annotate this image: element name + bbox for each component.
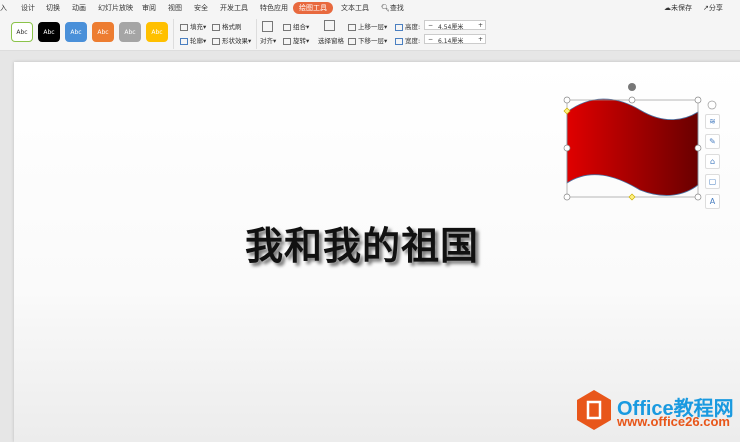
- border-icon[interactable]: ▢: [705, 174, 720, 189]
- pen-icon[interactable]: ✎: [705, 134, 720, 149]
- watermark-url: www.office26.com: [617, 414, 730, 429]
- fill-color-icon[interactable]: ⌂: [705, 154, 720, 169]
- text-wrap-icon[interactable]: A: [705, 194, 720, 209]
- layers-icon[interactable]: ≋: [705, 114, 720, 129]
- flag-shape[interactable]: [566, 98, 699, 196]
- collapse-icon[interactable]: [707, 100, 717, 110]
- rotate-handle-icon[interactable]: [628, 83, 636, 91]
- office-logo-icon: [577, 390, 611, 430]
- flag-shape-layer: [563, 83, 717, 430]
